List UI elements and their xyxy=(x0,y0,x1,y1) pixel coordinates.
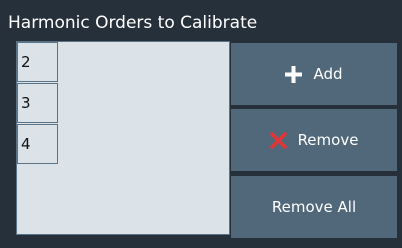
add-button[interactable]: Add xyxy=(231,43,397,105)
panel-title: Harmonic Orders to Calibrate xyxy=(8,13,258,33)
list-item[interactable]: 4 xyxy=(17,124,58,164)
remove-all-button[interactable]: Remove All xyxy=(231,176,397,238)
remove-button[interactable]: Remove xyxy=(231,109,397,171)
remove-button-label: Remove xyxy=(297,131,359,149)
list-item-label: 4 xyxy=(21,135,31,153)
list-item-label: 2 xyxy=(21,53,31,71)
red-x-icon xyxy=(269,131,287,149)
add-button-label: Add xyxy=(313,65,343,83)
list-item[interactable]: 2 xyxy=(17,42,58,82)
plus-icon xyxy=(285,65,303,83)
remove-all-button-label: Remove All xyxy=(271,198,357,216)
list-item-label: 3 xyxy=(21,94,31,112)
harmonic-orders-list[interactable]: 2 3 4 xyxy=(16,41,230,235)
list-item[interactable]: 3 xyxy=(17,83,58,123)
harmonic-orders-panel: Harmonic Orders to Calibrate 2 3 4 Add R… xyxy=(0,0,402,248)
